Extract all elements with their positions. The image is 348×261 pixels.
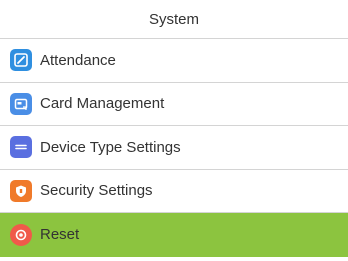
menu-item-attendance[interactable]: Attendance: [0, 39, 348, 83]
system-screen: System Attendance Card Management Device…: [0, 0, 348, 261]
menu-item-label: Attendance: [40, 51, 116, 69]
card-management-icon: [10, 92, 32, 115]
menu-item-card-management[interactable]: Card Management: [0, 83, 348, 126]
menu-item-reset[interactable]: Reset: [0, 213, 348, 257]
menu-item-label: Reset: [40, 226, 80, 244]
attendance-icon: [10, 49, 32, 72]
menu-item-label: Security Settings: [40, 182, 153, 200]
page-title: System: [0, 0, 348, 39]
menu-item-device-type-settings[interactable]: Device Type Settings: [0, 126, 348, 170]
reset-icon: [10, 223, 32, 246]
device-type-icon: [10, 136, 32, 159]
menu-item-label: Card Management: [40, 95, 165, 113]
shield-icon: [10, 179, 32, 202]
menu-item-security-settings[interactable]: Security Settings: [0, 170, 348, 213]
page-title-text: System: [148, 10, 199, 28]
system-menu: Attendance Card Management Device Type S…: [0, 39, 348, 257]
menu-item-label: Device Type Settings: [40, 138, 181, 156]
